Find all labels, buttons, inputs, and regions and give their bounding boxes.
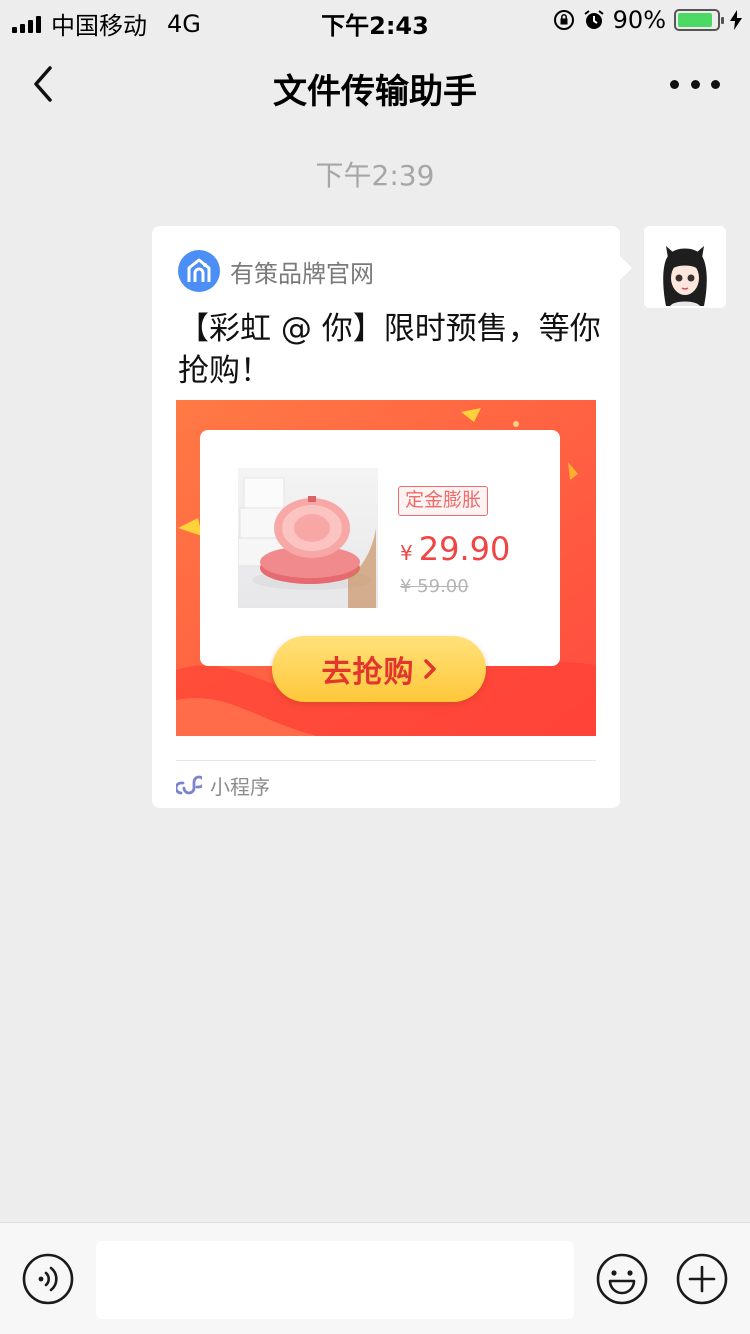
status-right: 90% <box>553 6 742 34</box>
plus-icon <box>676 1253 728 1305</box>
price-value: 29.90 <box>418 530 511 568</box>
message-input[interactable] <box>96 1241 574 1319</box>
product-card: 定金膨胀 ¥29.90 ¥ 59.00 <box>200 430 560 666</box>
emoji-icon <box>596 1253 648 1305</box>
alarm-icon <box>584 10 604 29</box>
voice-input-button[interactable] <box>22 1253 74 1305</box>
chevron-right-icon <box>423 659 436 679</box>
status-bar: 中国移动 4G 下午2:43 90% <box>0 0 750 40</box>
rotation-lock-icon <box>553 10 574 30</box>
mini-program-footer: 小程序 <box>176 771 270 799</box>
input-bar <box>0 1222 750 1334</box>
battery-percent: 90% <box>612 6 666 34</box>
battery-icon <box>674 9 724 31</box>
mini-program-card[interactable]: 有策品牌官网 【彩虹 @ 你】限时预售，等你抢购！ 定金膨胀 ¥ 29.90 ¥… <box>152 226 632 808</box>
card-source: 有策品牌官网 <box>178 250 374 292</box>
more-button[interactable] <box>670 66 720 102</box>
original-price: ¥ 59.00 <box>400 576 469 597</box>
current-price: ¥29.90 <box>400 530 510 568</box>
charging-bolt-icon <box>730 10 742 30</box>
more-dot <box>670 79 679 89</box>
chat-timestamp: 下午2:39 <box>315 159 435 192</box>
product-image <box>238 468 378 608</box>
message-title: 【彩虹 @ 你】限时预售，等你抢购！ <box>178 311 601 389</box>
mini-program-label: 小程序 <box>210 774 270 799</box>
source-name: 有策品牌官网 <box>230 259 374 288</box>
nav-bar: 文件传输助手 <box>0 40 750 128</box>
voice-icon <box>22 1253 74 1305</box>
buy-now-label: 去抢购 <box>321 655 415 690</box>
brand-logo-icon <box>178 250 220 292</box>
card-divider <box>176 760 596 761</box>
buy-now-button[interactable]: 去抢购 <box>272 636 486 702</box>
battery-fill <box>678 13 713 27</box>
mini-program-icon <box>176 775 202 795</box>
deposit-tag: 定金膨胀 <box>398 486 489 516</box>
promo-banner[interactable]: 定金膨胀 ¥29.90 ¥ 59.00 去抢购 <box>176 400 596 736</box>
more-dot <box>690 79 700 89</box>
emoji-button[interactable] <box>596 1253 648 1305</box>
currency-symbol: ¥ <box>400 541 413 565</box>
page-title: 文件传输助手 <box>273 72 477 112</box>
avatar[interactable] <box>644 226 726 308</box>
more-functions-button[interactable] <box>676 1253 728 1305</box>
more-dot <box>711 79 720 89</box>
